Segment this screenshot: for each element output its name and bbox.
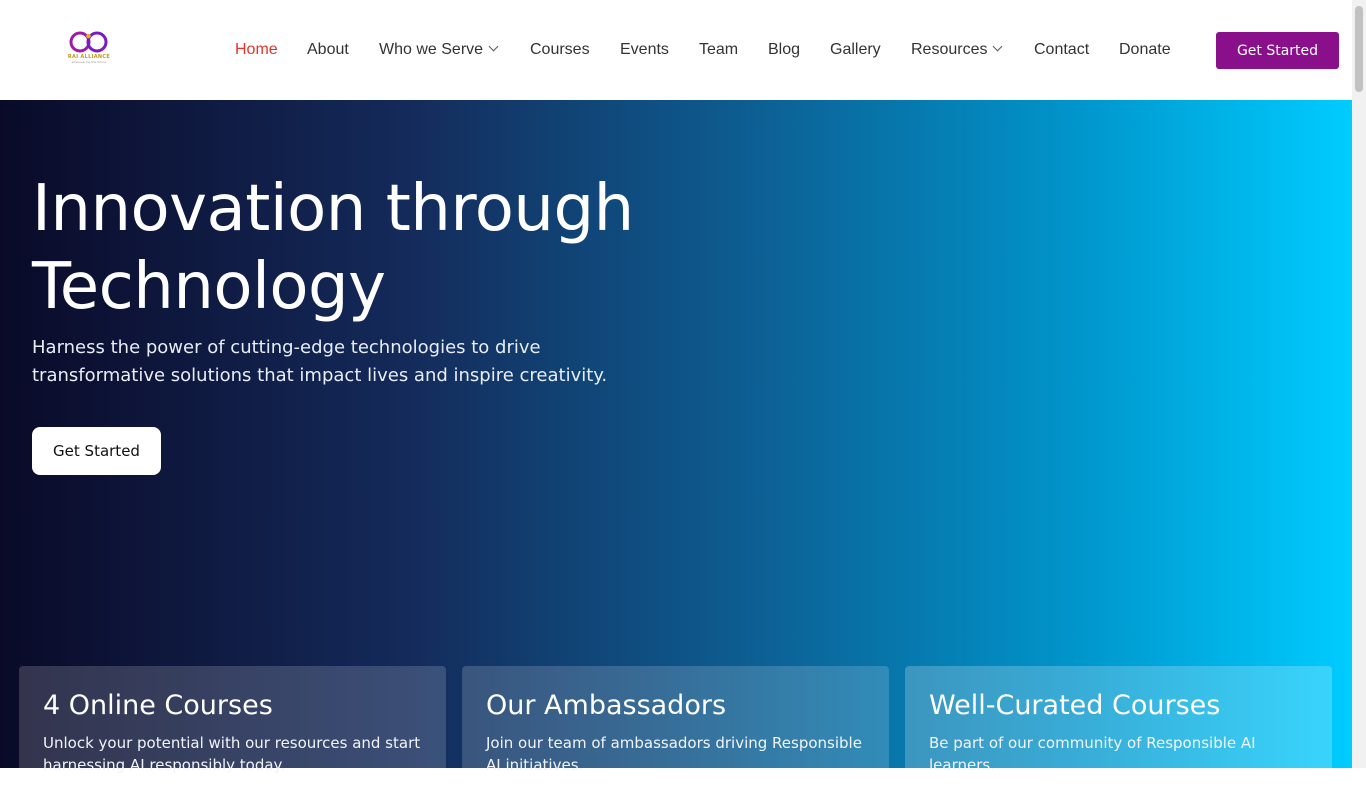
nav-gallery[interactable]: Gallery: [830, 40, 881, 60]
nav-about[interactable]: About: [307, 40, 349, 60]
hero-subtitle: Harness the power of cutting-edge techno…: [32, 337, 608, 386]
hero-title: Innovation through Technology: [32, 170, 792, 326]
nav-team[interactable]: Team: [699, 40, 738, 60]
nav-who-we-serve[interactable]: Who we Serve: [379, 40, 499, 60]
logo-subtitle: empowering the future: [71, 60, 107, 64]
hero-title-line2: Technology: [32, 250, 386, 324]
infinity-logo-icon: [69, 31, 108, 53]
nav-home[interactable]: Home: [235, 40, 278, 60]
card-title: 4 Online Courses: [43, 690, 273, 721]
nav-blog[interactable]: Blog: [768, 40, 800, 60]
chevron-down-icon: [488, 41, 499, 52]
chevron-down-icon: [993, 41, 1003, 52]
get-started-nav-button[interactable]: Get Started: [1216, 32, 1339, 69]
feature-card-curated[interactable]: Well-Curated Courses Be part of our comm…: [905, 666, 1332, 786]
nav-donate[interactable]: Donate: [1119, 40, 1171, 60]
nav-courses[interactable]: Courses: [530, 40, 590, 60]
nav-contact[interactable]: Contact: [1034, 40, 1089, 60]
scrollbar-thumb[interactable]: [1355, 6, 1363, 92]
top-navbar: RAI ALLIANCE empowering the future Home …: [0, 0, 1352, 100]
card-text: Join our team of ambassadors driving Res…: [486, 734, 862, 774]
feature-card-ambassadors[interactable]: Our Ambassadors Join our team of ambassa…: [462, 666, 889, 786]
get-started-hero-button[interactable]: Get Started: [32, 427, 161, 475]
card-title: Well-Curated Courses: [929, 690, 1221, 721]
hero-section: Innovation through Technology Harness th…: [0, 100, 1352, 786]
card-text: Be part of our community of Responsible …: [929, 734, 1256, 774]
card-title: Our Ambassadors: [486, 690, 727, 721]
nav-resources[interactable]: Resources: [911, 40, 1003, 60]
page-scrollbar[interactable]: [1352, 0, 1366, 768]
feature-card-courses[interactable]: 4 Online Courses Unlock your potential w…: [19, 666, 446, 786]
hero-title-line1: Innovation through: [32, 172, 634, 246]
brand-logo[interactable]: RAI ALLIANCE empowering the future: [64, 28, 114, 64]
card-text: Unlock your potential with our resources…: [43, 734, 421, 774]
nav-events[interactable]: Events: [620, 40, 669, 60]
